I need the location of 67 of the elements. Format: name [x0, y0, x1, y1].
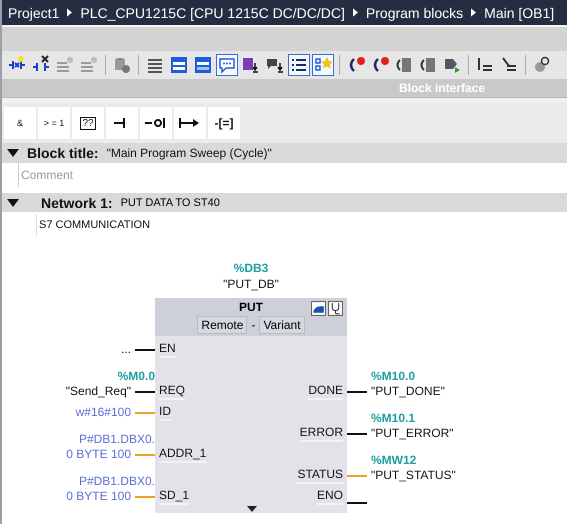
- parameter-field[interactable]: Remote: [197, 316, 248, 334]
- network-comment: S7 COMMUNICATION: [39, 219, 150, 231]
- pin-label: DONE: [308, 383, 343, 400]
- block-title-value: "Main Program Sweep (Cycle)": [106, 146, 272, 160]
- breadcrumb-item[interactable]: Program blocks: [366, 4, 464, 20]
- pin-label: ID: [159, 404, 171, 421]
- lines-star-icon: [79, 55, 99, 75]
- window-icon: [169, 55, 189, 75]
- pin-label: ENO: [316, 488, 343, 505]
- connection-line: [347, 502, 367, 504]
- network-label: Network 1:: [41, 194, 113, 210]
- operand-value[interactable]: w#16#100: [76, 405, 131, 420]
- block-title-label: Block title:: [27, 145, 99, 161]
- lines-star-icon: [55, 55, 75, 75]
- stethoscope-icon[interactable]: [328, 301, 343, 316]
- negated-contact-icon: [145, 117, 167, 129]
- connection-line: [347, 474, 367, 476]
- instance-address: %DB3: [234, 260, 268, 276]
- connection-line: [135, 390, 155, 392]
- connection-line: [135, 454, 155, 456]
- pin-label: STATUS: [297, 467, 343, 484]
- block-type: PUT: [239, 300, 263, 314]
- triangle-icon[interactable]: [7, 198, 19, 206]
- connection-line: [135, 348, 155, 350]
- connection-line: [347, 432, 367, 434]
- toolbar-button[interactable]: [288, 54, 310, 76]
- pin-label: ERROR: [300, 425, 343, 442]
- search-icon: [532, 55, 552, 75]
- operand-value[interactable]: P#DB1.DBX0.: [78, 432, 155, 447]
- triangle-icon: [471, 8, 476, 17]
- operand-value[interactable]: ...: [120, 342, 131, 357]
- pin-label: SD_1: [159, 488, 190, 505]
- connection-line: [135, 496, 155, 498]
- connection-line: [135, 412, 155, 414]
- assign-arrow-button[interactable]: [174, 107, 206, 139]
- instruction-button[interactable]: &: [4, 107, 36, 139]
- connection-line: [347, 390, 367, 392]
- operand-value[interactable]: "PUT_ERROR": [371, 426, 454, 441]
- breadcrumb-item[interactable]: Project1: [8, 4, 60, 20]
- window-icon: [193, 55, 213, 75]
- instruction-button[interactable]: ??: [72, 107, 104, 139]
- breadcrumb-item[interactable]: Main [OB1]: [484, 4, 554, 20]
- operand-value[interactable]: 0 BYTE 100: [66, 489, 131, 504]
- triangle-icon: [352, 8, 358, 17]
- tag-download-icon: [241, 55, 261, 75]
- arrow-icon: [179, 117, 201, 129]
- instruction-button[interactable]: > = 1: [38, 107, 70, 139]
- operand-value[interactable]: 0 BYTE 100: [66, 447, 131, 462]
- triangle-icon: [67, 8, 72, 17]
- network-title: PUT DATA TO ST40: [120, 196, 220, 208]
- operand-value[interactable]: P#DB1.DBX0.: [78, 474, 155, 489]
- pin-label: EN: [159, 341, 176, 358]
- cylinder-icon: [112, 55, 132, 75]
- expand-icon[interactable]: [247, 506, 257, 512]
- parameter-field[interactable]: Variant: [259, 316, 305, 334]
- breadcrumb-item[interactable]: PLC_CPU1215C [CPU 1215C DC/DC/DC]: [80, 4, 345, 20]
- operand-value[interactable]: "PUT_STATUS": [371, 468, 456, 483]
- pin-label: ADDR_1: [159, 446, 206, 463]
- coil-button[interactable]: -[=]: [208, 107, 240, 139]
- operand-value[interactable]: "Send_Req": [66, 384, 131, 399]
- contact-button[interactable]: [106, 107, 138, 139]
- triangle-icon[interactable]: [7, 149, 19, 157]
- instance-name: "PUT_DB": [223, 276, 279, 292]
- negated-contact-button[interactable]: [140, 107, 172, 139]
- operand-value[interactable]: "PUT_DONE": [371, 384, 445, 399]
- parameter-separator: -: [251, 318, 256, 332]
- pin-label: REQ: [159, 383, 186, 400]
